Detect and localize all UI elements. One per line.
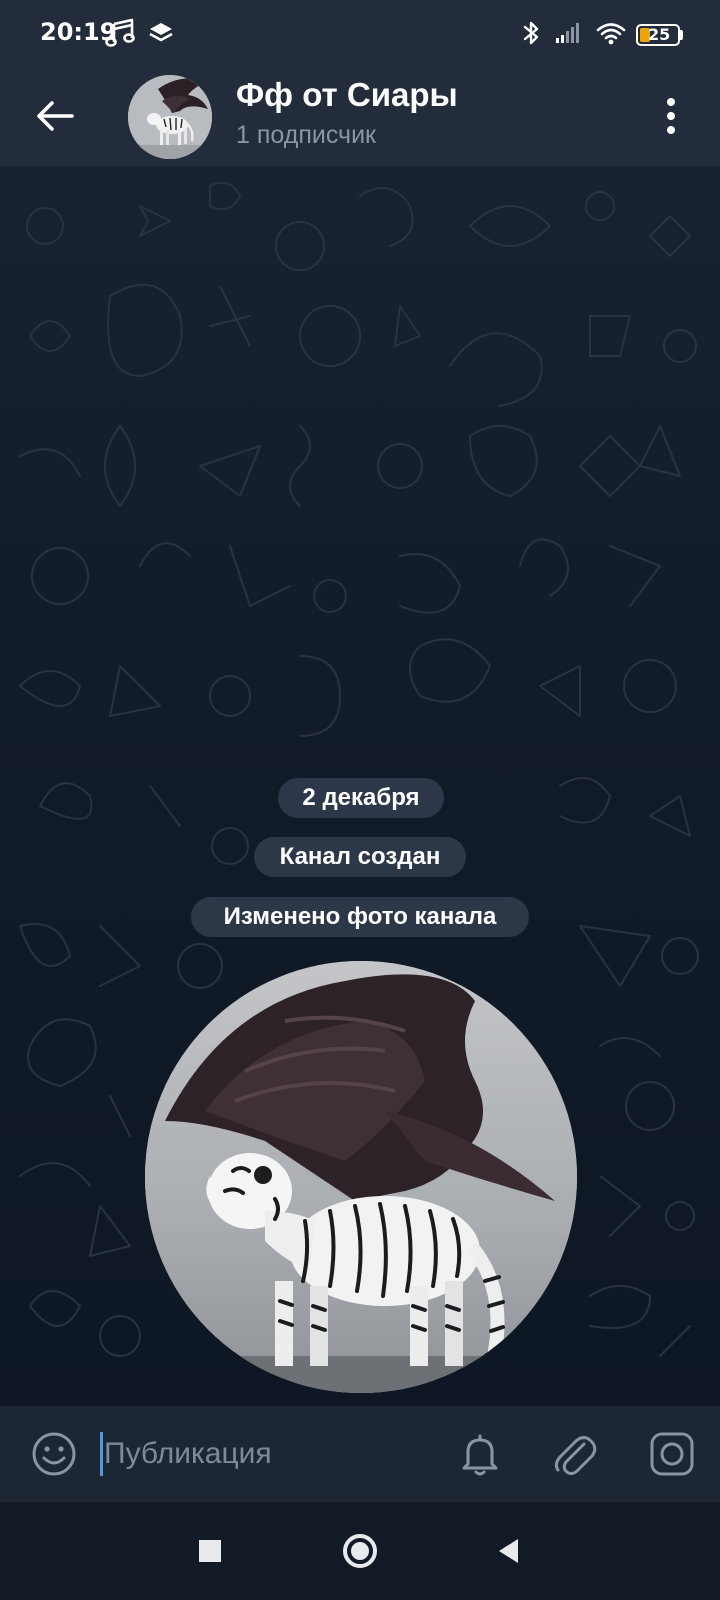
status-bar: 20:19 25 [0,0,720,66]
bluetooth-icon [523,21,539,45]
attach-icon[interactable] [548,1428,600,1480]
layers-icon [149,23,173,42]
channel-subscriber-count: 1 подписчик [236,121,376,149]
music-note-icon [105,18,135,47]
message-input-bar [0,1406,720,1502]
message-input[interactable] [104,1432,434,1476]
date-divider: 2 декабря [278,778,444,818]
service-message-photo-changed: Изменено фото канала [191,897,529,937]
channel-photo-image[interactable] [145,961,577,1393]
service-message-channel-created: Канал создан [254,837,466,877]
emoji-icon[interactable] [28,1428,80,1480]
channel-avatar[interactable] [128,75,212,159]
signal-icon [556,23,579,43]
winged-tiger-avatar-image [128,75,212,159]
winged-tiger-photo [145,961,577,1393]
camera-icon[interactable] [646,1428,698,1480]
recents-square-icon[interactable] [189,1530,231,1572]
bell-icon[interactable] [454,1428,506,1480]
text-caret [100,1432,103,1476]
chat-area[interactable]: 2 декабря Канал создан Изменено фото кан… [0,166,720,1406]
system-navigation-bar [0,1502,720,1600]
arrow-left-icon[interactable] [30,90,82,142]
battery-tip [680,30,683,40]
home-circle-icon[interactable] [339,1530,381,1572]
wifi-icon [596,23,626,45]
more-vertical-icon[interactable] [656,90,686,142]
battery-level: 25 [648,25,671,44]
channel-title: Фф от Сиары [236,76,458,113]
chat-header: Фф от Сиары 1 подписчик [0,66,720,166]
battery-icon: 25 [636,24,680,46]
back-triangle-icon[interactable] [488,1530,530,1572]
